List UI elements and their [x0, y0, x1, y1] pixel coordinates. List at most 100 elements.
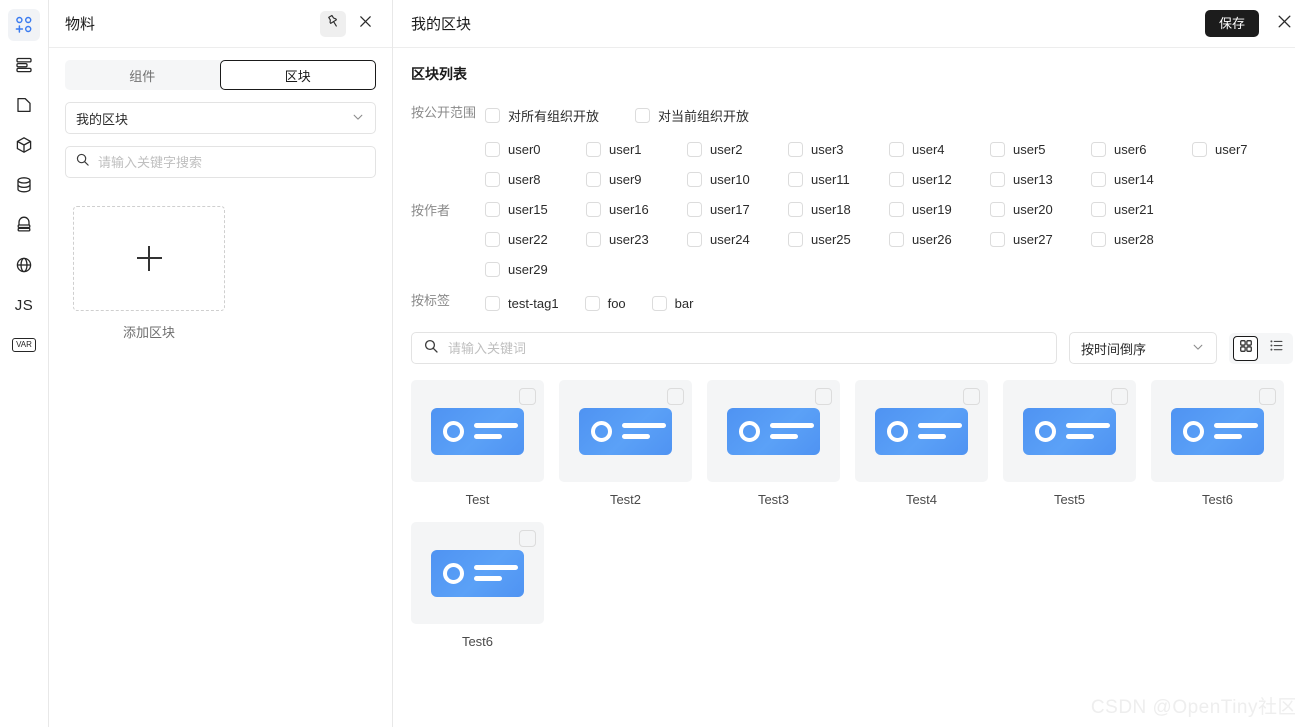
- block-card[interactable]: Test: [411, 380, 544, 507]
- checkbox-scope-all-orgs[interactable]: 对所有组织开放: [485, 106, 599, 125]
- block-group-select[interactable]: 我的区块: [65, 102, 376, 134]
- checkbox-user27[interactable]: user27: [990, 231, 1091, 247]
- block-card-checkbox[interactable]: [519, 530, 536, 547]
- checkbox-user19[interactable]: user19: [889, 201, 990, 217]
- checkbox-tag-bar[interactable]: bar: [651, 295, 693, 311]
- checkbox-box[interactable]: [485, 295, 500, 311]
- block-card-checkbox[interactable]: [1111, 388, 1128, 405]
- checkbox-box[interactable]: [586, 141, 601, 157]
- checkbox-box[interactable]: [485, 141, 500, 157]
- pin-button[interactable]: [320, 10, 346, 37]
- checkbox-user3[interactable]: user3: [788, 141, 889, 157]
- checkbox-scope-current-org[interactable]: 对当前组织开放: [635, 106, 749, 125]
- checkbox-box[interactable]: [889, 171, 904, 187]
- rail-item-blocks[interactable]: [8, 129, 40, 161]
- checkbox-user13[interactable]: user13: [990, 171, 1091, 187]
- block-card-checkbox[interactable]: [1259, 388, 1276, 405]
- rail-item-js[interactable]: JS: [8, 289, 40, 321]
- checkbox-box[interactable]: [788, 201, 803, 217]
- checkbox-user17[interactable]: user17: [687, 201, 788, 217]
- checkbox-box[interactable]: [990, 141, 1005, 157]
- checkbox-box[interactable]: [889, 231, 904, 247]
- block-card[interactable]: Test3: [707, 380, 840, 507]
- checkbox-box[interactable]: [687, 171, 702, 187]
- checkbox-user6[interactable]: user6: [1091, 141, 1192, 157]
- rail-item-var[interactable]: VAR: [8, 329, 40, 361]
- block-card-checkbox[interactable]: [815, 388, 832, 405]
- tab-blocks[interactable]: 区块: [219, 60, 376, 90]
- rail-item-page[interactable]: [8, 89, 40, 121]
- checkbox-user9[interactable]: user9: [586, 171, 687, 187]
- checkbox-box[interactable]: [687, 231, 702, 247]
- checkbox-user11[interactable]: user11: [788, 171, 889, 187]
- checkbox-user1[interactable]: user1: [586, 141, 687, 157]
- checkbox-box[interactable]: [1091, 201, 1106, 217]
- checkbox-box[interactable]: [1192, 141, 1207, 157]
- checkbox-user7[interactable]: user7: [1192, 141, 1293, 157]
- block-search-box[interactable]: [411, 332, 1057, 364]
- checkbox-tag-foo[interactable]: foo: [584, 295, 626, 311]
- block-card[interactable]: Test2: [559, 380, 692, 507]
- checkbox-box[interactable]: [1091, 141, 1106, 157]
- checkbox-box[interactable]: [687, 201, 702, 217]
- checkbox-box[interactable]: [687, 141, 702, 157]
- checkbox-user22[interactable]: user22: [485, 231, 586, 247]
- checkbox-user23[interactable]: user23: [586, 231, 687, 247]
- checkbox-box[interactable]: [485, 201, 500, 217]
- checkbox-box[interactable]: [485, 261, 500, 277]
- checkbox-box[interactable]: [584, 295, 600, 311]
- rail-item-i18n[interactable]: [8, 249, 40, 281]
- sort-select[interactable]: 按时间倒序: [1069, 332, 1217, 364]
- rail-item-layers[interactable]: [8, 49, 40, 81]
- block-card-checkbox[interactable]: [519, 388, 536, 405]
- checkbox-user14[interactable]: user14: [1091, 171, 1192, 187]
- checkbox-user24[interactable]: user24: [687, 231, 788, 247]
- list-view-button[interactable]: [1264, 336, 1289, 361]
- checkbox-user18[interactable]: user18: [788, 201, 889, 217]
- grid-view-button[interactable]: [1233, 335, 1258, 361]
- checkbox-box[interactable]: [1091, 171, 1106, 187]
- checkbox-box[interactable]: [788, 231, 803, 247]
- tab-components[interactable]: 组件: [65, 60, 220, 90]
- checkbox-box[interactable]: [651, 295, 667, 311]
- checkbox-user16[interactable]: user16: [586, 201, 687, 217]
- material-search-box[interactable]: [65, 146, 376, 178]
- checkbox-box[interactable]: [990, 231, 1005, 247]
- checkbox-tag-test-tag1[interactable]: test-tag1: [485, 295, 559, 311]
- checkbox-box[interactable]: [889, 141, 904, 157]
- checkbox-box[interactable]: [788, 171, 803, 187]
- block-card[interactable]: Test6: [1151, 380, 1284, 507]
- checkbox-box[interactable]: [635, 107, 651, 123]
- checkbox-box[interactable]: [788, 141, 803, 157]
- checkbox-user8[interactable]: user8: [485, 171, 586, 187]
- checkbox-user25[interactable]: user25: [788, 231, 889, 247]
- checkbox-box[interactable]: [586, 201, 601, 217]
- checkbox-user15[interactable]: user15: [485, 201, 586, 217]
- checkbox-user29[interactable]: user29: [485, 261, 586, 277]
- checkbox-box[interactable]: [1091, 231, 1106, 247]
- checkbox-box[interactable]: [990, 171, 1005, 187]
- block-card-checkbox[interactable]: [667, 388, 684, 405]
- block-card[interactable]: Test6: [411, 522, 544, 649]
- add-block-tile[interactable]: [73, 206, 225, 311]
- rail-item-data-source[interactable]: [8, 169, 40, 201]
- checkbox-user26[interactable]: user26: [889, 231, 990, 247]
- rail-item-stack[interactable]: [8, 209, 40, 241]
- block-card-checkbox[interactable]: [963, 388, 980, 405]
- checkbox-user28[interactable]: user28: [1091, 231, 1192, 247]
- checkbox-box[interactable]: [586, 171, 601, 187]
- checkbox-box[interactable]: [586, 231, 601, 247]
- checkbox-box[interactable]: [990, 201, 1005, 217]
- checkbox-box[interactable]: [485, 171, 500, 187]
- save-button[interactable]: 保存: [1204, 10, 1259, 37]
- material-search-input[interactable]: [98, 154, 366, 170]
- checkbox-user10[interactable]: user10: [687, 171, 788, 187]
- checkbox-user5[interactable]: user5: [990, 141, 1091, 157]
- checkbox-user12[interactable]: user12: [889, 171, 990, 187]
- rail-item-material-add[interactable]: [8, 9, 40, 41]
- checkbox-user20[interactable]: user20: [990, 201, 1091, 217]
- block-search-input[interactable]: [448, 340, 1045, 356]
- material-panel-close-button[interactable]: [352, 11, 378, 37]
- block-card[interactable]: Test4: [855, 380, 988, 507]
- checkbox-user21[interactable]: user21: [1091, 201, 1192, 217]
